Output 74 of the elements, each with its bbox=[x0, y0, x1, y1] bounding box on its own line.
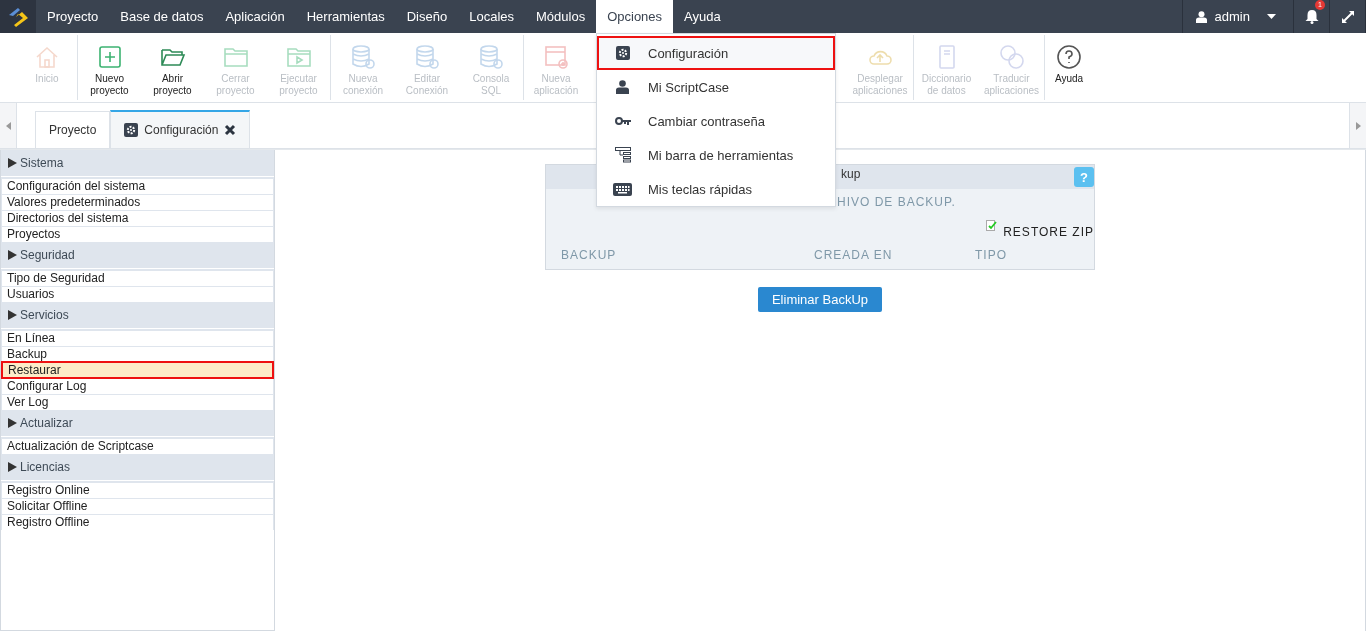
dropdown-item[interactable]: Cambiar contraseña bbox=[597, 104, 835, 138]
right-arrow-icon bbox=[1355, 121, 1361, 130]
toolbar-button[interactable]: Abrir proyecto bbox=[141, 38, 204, 98]
sidebar-item[interactable]: Ver Log bbox=[2, 394, 273, 410]
left-arrow-icon bbox=[5, 121, 11, 130]
gear-icon bbox=[615, 46, 630, 60]
column-header: BACKUP bbox=[561, 248, 618, 262]
menu-item[interactable]: Locales bbox=[458, 0, 525, 33]
tab[interactable]: Configuración bbox=[110, 110, 251, 148]
expand-arrow-icon[interactable] bbox=[8, 310, 17, 320]
caret-icon bbox=[1267, 14, 1276, 19]
expand-icon bbox=[1341, 10, 1354, 23]
menu-item[interactable]: Ayuda bbox=[673, 0, 732, 33]
sidebar-item[interactable]: Solicitar Offline bbox=[2, 498, 273, 514]
menu-item[interactable]: Herramientas bbox=[295, 0, 396, 33]
section-header[interactable]: Sistema bbox=[20, 156, 64, 170]
plus-icon bbox=[96, 44, 123, 70]
house-icon bbox=[34, 44, 60, 70]
expand-arrow-icon[interactable] bbox=[8, 158, 17, 168]
user-name: admin bbox=[1214, 9, 1250, 24]
close-icon[interactable] bbox=[224, 124, 237, 136]
database-icon bbox=[414, 44, 440, 70]
user-menu[interactable]: admin bbox=[1181, 0, 1294, 33]
key-icon bbox=[614, 117, 631, 125]
panel-title: kup bbox=[841, 166, 862, 181]
sidebar-item[interactable]: Actualización de Scriptcase bbox=[2, 438, 273, 454]
sidebar-item[interactable]: Usuarios bbox=[2, 286, 273, 302]
dropdown-item[interactable]: Mi ScriptCase bbox=[597, 70, 835, 104]
panel-subtitle: HIVO DE BACKUP. bbox=[837, 195, 956, 209]
menu-item[interactable]: Módulos bbox=[525, 0, 597, 33]
section-header[interactable]: Actualizar bbox=[20, 416, 73, 430]
expand-arrow-icon[interactable] bbox=[8, 462, 17, 472]
user-icon bbox=[616, 80, 629, 94]
sidebar-item[interactable]: Restaurar bbox=[2, 362, 273, 378]
section-header[interactable]: Licencias bbox=[20, 460, 71, 474]
column-header: CREADA EN bbox=[814, 248, 894, 262]
menu-item[interactable]: Diseño bbox=[395, 0, 459, 33]
dropdown-item[interactable]: Mi barra de herramientas bbox=[597, 138, 835, 172]
toolbar-button[interactable]: Nuevo proyecto bbox=[78, 38, 141, 98]
sidebar-item[interactable]: Registro Offline bbox=[2, 514, 273, 530]
sidebar-item[interactable]: Backup bbox=[2, 346, 273, 362]
help-icon bbox=[1056, 44, 1082, 70]
delete-backup-button[interactable]: Eliminar BackUp bbox=[757, 287, 883, 312]
database-icon bbox=[350, 44, 376, 70]
sidebar-item[interactable]: Proyectos bbox=[2, 226, 273, 242]
database-icon bbox=[478, 44, 504, 70]
tab[interactable]: Proyecto bbox=[35, 111, 111, 148]
sidebar-item[interactable]: Valores predeterminados bbox=[2, 194, 273, 210]
sidebar-item[interactable]: Tipo de Seguridad bbox=[2, 270, 273, 286]
gear-icon bbox=[124, 123, 139, 137]
sidebar-item[interactable]: Registro Online bbox=[2, 482, 273, 498]
bell-icon bbox=[1304, 9, 1319, 24]
dropdown-item[interactable]: Configuración bbox=[597, 36, 835, 70]
sidebar-item[interactable]: Configuración del sistema bbox=[2, 178, 273, 194]
expand-arrow-icon[interactable] bbox=[8, 250, 17, 260]
toolbar-button[interactable]: Ayuda bbox=[1045, 38, 1093, 98]
dropdown-item[interactable]: Mis teclas rápidas bbox=[597, 172, 835, 206]
menu-item[interactable]: Opciones bbox=[596, 0, 674, 33]
restore-zip-button[interactable]: RESTORE ZIP bbox=[1003, 211, 1094, 239]
logo-icon[interactable] bbox=[0, 0, 36, 33]
sidebar-item[interactable]: Directorios del sistema bbox=[2, 210, 273, 226]
keyboard-icon bbox=[613, 182, 632, 196]
list-icon bbox=[614, 147, 631, 163]
section-header[interactable]: Seguridad bbox=[20, 248, 75, 262]
menu-item[interactable]: Base de datos bbox=[109, 0, 215, 33]
sidebar-item[interactable]: En Línea bbox=[2, 330, 273, 346]
menu-item[interactable]: Proyecto bbox=[36, 0, 110, 33]
window-icon bbox=[543, 44, 569, 70]
user-icon bbox=[1195, 10, 1207, 23]
section-header[interactable]: Servicios bbox=[20, 308, 69, 322]
expand-arrow-icon[interactable] bbox=[8, 418, 17, 428]
file-check-icon bbox=[986, 220, 998, 231]
column-header: TIPO bbox=[975, 248, 1008, 262]
menu-item[interactable]: Aplicación bbox=[214, 0, 296, 33]
